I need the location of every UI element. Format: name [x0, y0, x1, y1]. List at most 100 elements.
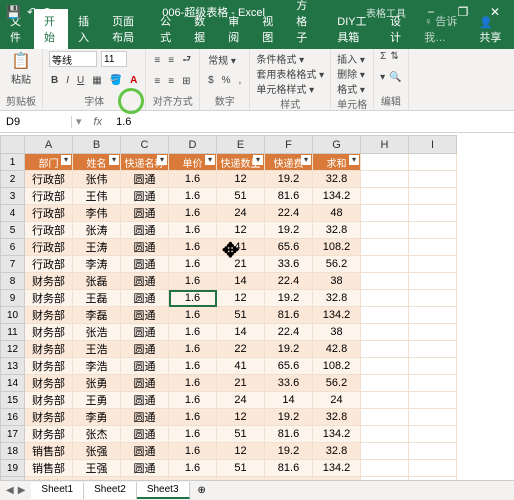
cell[interactable]: 1.6 [169, 239, 217, 256]
cell[interactable]: 1.6 [169, 375, 217, 392]
row-header[interactable]: 12 [1, 341, 25, 358]
cell[interactable]: 22.4 [265, 324, 313, 341]
row-header[interactable]: 7 [1, 256, 25, 273]
tab-方格子[interactable]: 方格子 [286, 0, 327, 49]
cell[interactable]: 24 [217, 392, 265, 409]
align-top-icon[interactable]: ≡ [152, 54, 162, 67]
sort-icon[interactable]: ⇅ [390, 51, 398, 62]
cell[interactable]: 1.6 [169, 426, 217, 443]
cell[interactable]: 51 [217, 188, 265, 205]
cell[interactable]: 1.6 [169, 341, 217, 358]
cell[interactable]: 24 [313, 392, 361, 409]
comma-icon[interactable]: , [237, 74, 244, 87]
row-header[interactable]: 19 [1, 460, 25, 477]
cell[interactable]: 王涛 [73, 239, 121, 256]
font-name-select[interactable] [49, 51, 97, 67]
cell[interactable]: 24 [217, 205, 265, 222]
row-header[interactable]: 2 [1, 171, 25, 188]
italic-button[interactable]: I [64, 74, 71, 87]
filter-dropdown-icon[interactable]: ▾ [301, 155, 311, 165]
number-format-select[interactable]: 常规 ▾ [206, 51, 238, 68]
cell[interactable]: 1.6 [169, 188, 217, 205]
cell[interactable]: 22 [217, 341, 265, 358]
cell[interactable]: 1.6 [169, 324, 217, 341]
cell[interactable]: 81.6 [265, 426, 313, 443]
filter-dropdown-icon[interactable]: ▾ [61, 155, 71, 165]
cell[interactable]: 圆通 [121, 460, 169, 477]
cond-fmt-button[interactable]: 条件格式 [256, 55, 296, 66]
cell[interactable]: 12 [217, 443, 265, 460]
cell[interactable]: 1.6 [169, 409, 217, 426]
cell[interactable]: 81.6 [265, 307, 313, 324]
cell[interactable]: 19.2 [265, 171, 313, 188]
cell[interactable]: 1.6 [169, 256, 217, 273]
row-header[interactable]: 15 [1, 392, 25, 409]
cell[interactable]: 56.2 [313, 375, 361, 392]
cell[interactable]: 65.6 [265, 239, 313, 256]
cell[interactable]: 19.2 [265, 341, 313, 358]
cell[interactable]: 134.2 [313, 307, 361, 324]
cell[interactable]: 财务部 [25, 290, 73, 307]
paste-label[interactable]: 粘贴 [11, 71, 31, 86]
cell[interactable]: 41 [217, 358, 265, 375]
cell[interactable]: 32.8 [313, 443, 361, 460]
align-center-icon[interactable]: ≡ [166, 75, 176, 88]
row-header[interactable]: 6 [1, 239, 25, 256]
cell[interactable]: 张磊 [73, 273, 121, 290]
row-header[interactable]: 4 [1, 205, 25, 222]
cell[interactable]: 32.8 [313, 409, 361, 426]
cell[interactable]: 销售部 [25, 443, 73, 460]
cell[interactable]: 财务部 [25, 426, 73, 443]
sheet-nav-next-icon[interactable]: ▶ [18, 485, 26, 496]
worksheet-grid[interactable]: ABCDEFGHI1部门▾姓名▾快递名称▾单价▾快递数量▾快递费▾求和▾2行政部… [0, 135, 514, 480]
tab-审阅[interactable]: 审阅 [218, 9, 252, 49]
redo-icon[interactable]: ↷ [43, 5, 53, 19]
cell[interactable]: 销售部 [25, 460, 73, 477]
cell[interactable]: 1.6 [169, 273, 217, 290]
cell[interactable]: 圆通 [121, 188, 169, 205]
cell[interactable]: 134.2 [313, 426, 361, 443]
filter-header[interactable]: 姓名▾ [73, 154, 121, 171]
paste-icon[interactable]: 📋 [11, 51, 31, 71]
cell[interactable]: 圆通 [121, 443, 169, 460]
cell[interactable]: 圆通 [121, 375, 169, 392]
cell[interactable]: 圆通 [121, 341, 169, 358]
filter-header[interactable]: 求和▾ [313, 154, 361, 171]
cell[interactable]: 38 [313, 324, 361, 341]
cell[interactable]: 张勇 [73, 375, 121, 392]
cell[interactable]: 圆通 [121, 239, 169, 256]
align-mid-icon[interactable]: ≡ [166, 54, 176, 67]
cell[interactable]: 李浩 [73, 358, 121, 375]
cell[interactable]: 王伟 [73, 188, 121, 205]
sheet-tab-Sheet3[interactable]: Sheet3 [137, 482, 190, 499]
cell[interactable]: 81.6 [265, 188, 313, 205]
cell[interactable]: 张伟 [73, 171, 121, 188]
cell[interactable]: 行政部 [25, 256, 73, 273]
cell[interactable]: 行政部 [25, 222, 73, 239]
col-header-F[interactable]: F [265, 136, 313, 154]
cell[interactable]: 22.4 [265, 273, 313, 290]
currency-icon[interactable]: $ [206, 74, 216, 87]
sum-icon[interactable]: Σ [380, 51, 386, 62]
cell[interactable]: 1.6 [169, 222, 217, 239]
cell[interactable]: 圆通 [121, 205, 169, 222]
filter-header[interactable]: 快递数量▾ [217, 154, 265, 171]
col-header-A[interactable]: A [25, 136, 73, 154]
cell[interactable]: 51 [217, 307, 265, 324]
cell[interactable]: 12 [217, 171, 265, 188]
cell[interactable]: 33.6 [265, 256, 313, 273]
cell[interactable]: 张浩 [73, 324, 121, 341]
wrap-text-icon[interactable]: ⮐ [180, 51, 193, 70]
cell[interactable]: 108.2 [313, 239, 361, 256]
cell[interactable]: 14 [217, 273, 265, 290]
cell[interactable]: 王浩 [73, 341, 121, 358]
cell[interactable]: 32.8 [313, 290, 361, 307]
col-header-H[interactable]: H [361, 136, 409, 154]
filter-dropdown-icon[interactable]: ▾ [109, 155, 119, 165]
filter-header[interactable]: 快递名称▾ [121, 154, 169, 171]
cell[interactable]: 圆通 [121, 426, 169, 443]
row-header[interactable]: 18 [1, 443, 25, 460]
tab-数据[interactable]: 数据 [184, 9, 218, 49]
cell[interactable]: 108.2 [313, 358, 361, 375]
filter-dropdown-icon[interactable]: ▾ [205, 155, 215, 165]
